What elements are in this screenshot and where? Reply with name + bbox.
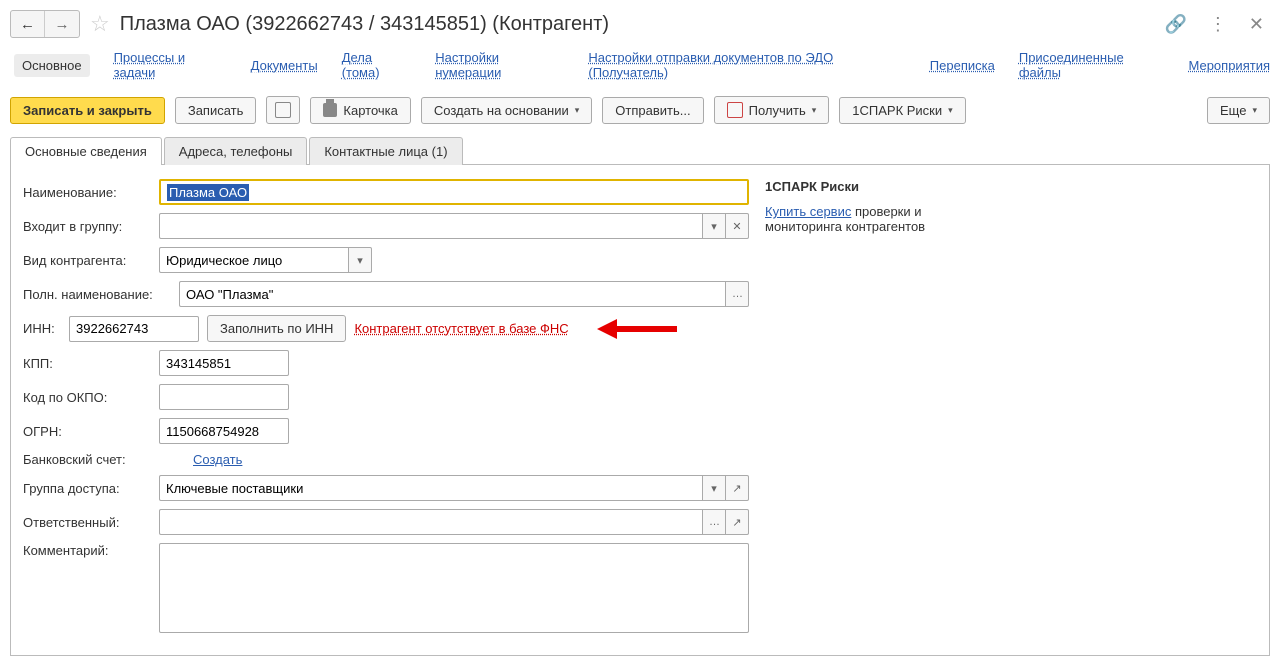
create-based-button[interactable]: Создать на основании ▾ (421, 97, 592, 124)
type-dropdown-button[interactable]: ▾ (348, 247, 372, 273)
receive-icon (727, 102, 743, 118)
fns-error-link[interactable]: Контрагент отсутствует в базе ФНС (354, 321, 568, 336)
side-text: Купить сервис проверки и мониторинга кон… (765, 204, 965, 234)
arrow-line-icon (617, 326, 677, 332)
chevron-down-icon: ▾ (948, 105, 953, 116)
attach-icon (275, 102, 291, 118)
send-button[interactable]: Отправить... (602, 97, 703, 124)
okpo-field[interactable] (159, 384, 289, 410)
inn-label: ИНН: (23, 321, 61, 336)
tab-general[interactable]: Основные сведения (10, 137, 162, 165)
type-label: Вид контрагента: (23, 253, 151, 268)
topnav-correspondence[interactable]: Переписка (930, 58, 995, 73)
topnav-numbering[interactable]: Настройки нумерации (435, 50, 564, 80)
topnav-edo[interactable]: Настройки отправки документов по ЭДО (По… (588, 50, 905, 80)
favorite-star-icon[interactable]: ☆ (90, 11, 110, 37)
responsible-open-button[interactable]: ↗ (726, 509, 749, 535)
comment-label: Комментарий: (23, 543, 151, 558)
kpp-field[interactable] (159, 350, 289, 376)
fullname-open-button[interactable]: … (725, 281, 749, 307)
buy-service-link[interactable]: Купить сервис (765, 204, 851, 219)
spark-button[interactable]: 1СПАРК Риски ▾ (839, 97, 965, 124)
access-group-label: Группа доступа: (23, 481, 151, 496)
fullname-label: Полн. наименование: (23, 287, 171, 302)
chevron-down-icon: ▾ (1252, 105, 1257, 116)
more-vert-icon[interactable]: ⋮ (1203, 14, 1233, 35)
topnav-cases[interactable]: Дела (тома) (342, 50, 412, 80)
ogrn-label: ОГРН: (23, 424, 151, 439)
bank-label: Банковский счет: (23, 452, 151, 467)
fill-by-inn-button[interactable]: Заполнить по ИНН (207, 315, 346, 342)
tab-addresses[interactable]: Адреса, телефоны (164, 137, 308, 165)
topnav-main[interactable]: Основное (14, 54, 90, 77)
topnav-events[interactable]: Мероприятия (1189, 58, 1271, 73)
topnav-processes[interactable]: Процессы и задачи (114, 50, 227, 80)
page-title: Плазма ОАО (3922662743 / 343145851) (Кон… (120, 13, 609, 36)
side-heading: 1СПАРК Риски (765, 179, 965, 194)
inn-field[interactable] (69, 316, 199, 342)
name-value-selected: Плазма ОАО (167, 184, 249, 201)
annotation-arrow (597, 319, 677, 339)
card-button[interactable]: Карточка (310, 97, 410, 124)
name-label: Наименование: (23, 185, 151, 200)
link-icon[interactable]: 🔗 (1158, 14, 1192, 35)
close-icon[interactable]: ✕ (1243, 14, 1270, 35)
topnav-attached[interactable]: Присоединенные файлы (1019, 50, 1165, 80)
group-label: Входит в группу: (23, 219, 151, 234)
responsible-field[interactable] (159, 509, 702, 535)
access-group-field[interactable] (159, 475, 702, 501)
attach-icon-button[interactable] (266, 96, 300, 124)
type-field[interactable] (159, 247, 348, 273)
nav-arrows: ← → (10, 10, 80, 38)
chevron-down-icon: ▾ (812, 105, 817, 116)
access-group-open-button[interactable]: ↗ (726, 475, 749, 501)
bank-create-link[interactable]: Создать (193, 452, 242, 467)
group-field[interactable] (159, 213, 702, 239)
fullname-field[interactable] (179, 281, 725, 307)
responsible-pick-button[interactable]: … (702, 509, 726, 535)
back-button[interactable]: ← (11, 11, 45, 37)
tab-contacts[interactable]: Контактные лица (1) (309, 137, 462, 165)
responsible-label: Ответственный: (23, 515, 151, 530)
group-clear-button[interactable]: ✕ (726, 213, 749, 239)
chevron-down-icon: ▾ (575, 105, 580, 116)
comment-field[interactable] (159, 543, 749, 633)
print-icon (323, 103, 337, 117)
name-field[interactable]: Плазма ОАО (159, 179, 749, 205)
arrow-head-icon (597, 319, 617, 339)
more-button[interactable]: Еще ▾ (1207, 97, 1270, 124)
receive-button[interactable]: Получить ▾ (714, 96, 830, 124)
save-close-button[interactable]: Записать и закрыть (10, 97, 165, 124)
topnav-documents[interactable]: Документы (251, 58, 318, 73)
forward-button[interactable]: → (45, 11, 79, 37)
group-dropdown-button[interactable]: ▾ (702, 213, 726, 239)
save-button[interactable]: Записать (175, 97, 257, 124)
kpp-label: КПП: (23, 356, 151, 371)
okpo-label: Код по ОКПО: (23, 390, 151, 405)
access-group-dropdown-button[interactable]: ▾ (702, 475, 726, 501)
ogrn-field[interactable] (159, 418, 289, 444)
